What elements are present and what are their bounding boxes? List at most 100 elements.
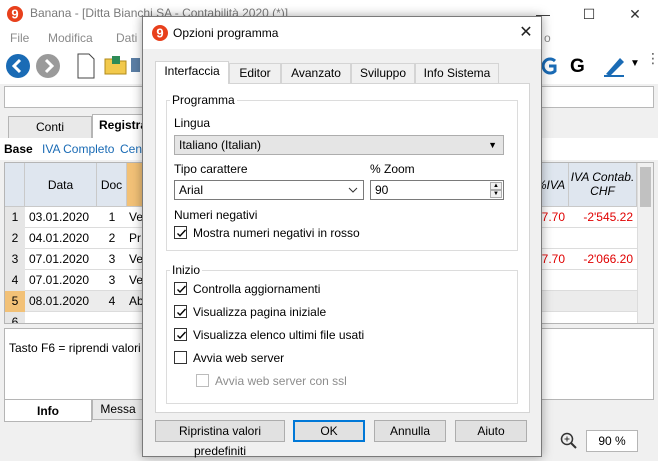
view-base[interactable]: Base: [4, 142, 33, 156]
row-number[interactable]: 5: [5, 291, 25, 312]
refresh-g-icon[interactable]: [540, 54, 558, 78]
tab-avanzato[interactable]: Avanzato: [281, 63, 351, 83]
row-number[interactable]: 4: [5, 270, 25, 291]
dialog-title: Opzioni programma: [173, 26, 279, 40]
avvia-web-server-ssl-checkbox: [196, 374, 209, 387]
negativi-rosso-checkbox[interactable]: [174, 226, 187, 239]
avvia-web-server-label[interactable]: Avvia web server: [193, 351, 284, 365]
tab-sviluppo[interactable]: Sviluppo: [351, 63, 415, 83]
iva-contab-label: IVA Contab.: [570, 170, 635, 184]
svg-text:9: 9: [156, 26, 163, 41]
cell-doc[interactable]: 3: [97, 270, 127, 291]
cell-doc[interactable]: 1: [97, 207, 127, 228]
toolbar-g-button[interactable]: G: [570, 56, 585, 78]
cell-date[interactable]: 04.01.2020: [29, 228, 95, 249]
checkmark-icon: [177, 229, 187, 238]
cancel-button[interactable]: Annulla: [374, 420, 446, 442]
reset-defaults-button[interactable]: Ripristina valori predefiniti: [155, 420, 285, 458]
visualizza-ultimi-file-checkbox[interactable]: [174, 328, 187, 341]
cell-iva-amount[interactable]: -2'545.22: [569, 207, 633, 228]
menu-file[interactable]: File: [10, 31, 29, 45]
avvia-web-server-checkbox[interactable]: [174, 351, 187, 364]
tab-info-sistema[interactable]: Info Sistema: [415, 63, 499, 83]
pen-icon[interactable]: [602, 54, 628, 78]
negativi-label: Numeri negativi: [174, 208, 258, 222]
menu-dati[interactable]: Dati: [116, 31, 137, 45]
grid-scrollbar-thumb[interactable]: [640, 167, 651, 207]
cell-iva-amount[interactable]: [569, 291, 633, 312]
row-number[interactable]: 1: [5, 207, 25, 228]
ok-button[interactable]: OK: [293, 420, 365, 442]
lingua-label: Lingua: [174, 116, 211, 130]
forward-icon[interactable]: [35, 53, 61, 79]
controlla-aggiornamenti-checkbox[interactable]: [174, 282, 187, 295]
row-number[interactable]: 6: [5, 312, 25, 323]
pen-dropdown-icon[interactable]: ▼: [630, 58, 640, 69]
toolbar-overflow-icon[interactable]: ⋮: [646, 50, 658, 67]
cell-doc[interactable]: 4: [97, 291, 127, 312]
cell-doc[interactable]: 3: [97, 249, 127, 270]
menu-partial[interactable]: o: [544, 31, 551, 45]
options-dialog: 9 Opzioni programma ✕ Interfaccia Editor…: [142, 16, 542, 458]
cell-date[interactable]: 07.01.2020: [29, 270, 95, 291]
help-button[interactable]: Aiuto: [455, 420, 527, 442]
visualizza-ultimi-file-label[interactable]: Visualizza elenco ultimi file usati: [193, 328, 364, 342]
menu-modifica[interactable]: Modifica: [48, 31, 93, 45]
chevron-down-icon: [348, 187, 358, 193]
cell-iva-amount[interactable]: [569, 312, 633, 323]
cell-date[interactable]: 08.01.2020: [29, 291, 95, 312]
zoom-level-field[interactable]: 90 %: [586, 430, 638, 452]
open-folder-icon[interactable]: [104, 54, 128, 76]
grid-vertical-scrollbar[interactable]: [637, 163, 653, 323]
column-header-iva-contab[interactable]: IVA Contab. CHF: [569, 163, 637, 207]
tab-conti[interactable]: Conti: [8, 116, 92, 138]
cell-date[interactable]: [29, 312, 95, 323]
programma-legend: Programma: [170, 93, 237, 107]
tab-info[interactable]: Info: [4, 400, 92, 422]
zoom-value: 90: [375, 183, 389, 197]
dialog-close-button[interactable]: ✕: [511, 17, 541, 49]
tab-interfaccia[interactable]: Interfaccia: [155, 61, 229, 84]
checkmark-icon: [177, 331, 187, 340]
cell-date[interactable]: 03.01.2020: [29, 207, 95, 228]
tab-messaggi[interactable]: Messa: [92, 400, 144, 420]
zoom-icon[interactable]: [560, 432, 578, 450]
cell-iva-amount[interactable]: -2'066.20: [569, 249, 633, 270]
checkmark-icon: [177, 308, 187, 317]
cell-iva-amount[interactable]: [569, 270, 633, 291]
iva-contab-currency: CHF: [590, 184, 615, 198]
font-value: Arial: [179, 183, 204, 197]
info-text: Tasto F6 = riprendi valori rig: [9, 341, 158, 355]
banana-logo-icon: 9: [152, 25, 168, 41]
cell-iva-amount[interactable]: [569, 228, 633, 249]
column-header-data[interactable]: Data: [25, 163, 97, 207]
new-file-icon[interactable]: [76, 53, 96, 79]
lingua-select[interactable]: Italiano (Italian) ▼: [174, 135, 504, 155]
zoom-spinbox[interactable]: 90 ▲ ▼: [370, 180, 504, 200]
controlla-aggiornamenti-label[interactable]: Controlla aggiornamenti: [193, 282, 320, 296]
row-number[interactable]: 2: [5, 228, 25, 249]
cell-doc[interactable]: 2: [97, 228, 127, 249]
row-header-corner: [5, 163, 25, 207]
banana-logo-icon: 9: [7, 6, 23, 22]
zoom-spin-down-icon[interactable]: ▼: [490, 190, 502, 198]
font-select[interactable]: Arial: [174, 180, 364, 200]
back-icon[interactable]: [5, 53, 31, 79]
visualizza-pagina-iniziale-checkbox[interactable]: [174, 305, 187, 318]
column-header-doc[interactable]: Doc: [97, 163, 127, 207]
tab-editor[interactable]: Editor: [229, 63, 281, 83]
close-window-button[interactable]: ✕: [612, 0, 658, 28]
view-iva-completo[interactable]: IVA Completo: [42, 142, 114, 156]
negativi-rosso-label[interactable]: Mostra numeri negativi in rosso: [193, 226, 360, 240]
zoom-spin-up-icon[interactable]: ▲: [490, 182, 502, 190]
row-number[interactable]: 3: [5, 249, 25, 270]
inizio-legend: Inizio: [170, 263, 203, 277]
dialog-titlebar: 9 Opzioni programma ✕: [143, 17, 541, 49]
maximize-button[interactable]: ☐: [566, 0, 612, 28]
cell-doc[interactable]: [97, 312, 127, 323]
cell-date[interactable]: 07.01.2020: [29, 249, 95, 270]
chevron-down-icon: ▼: [488, 140, 497, 150]
visualizza-pagina-iniziale-label[interactable]: Visualizza pagina iniziale: [193, 305, 326, 319]
checkmark-icon: [177, 285, 187, 294]
avvia-web-server-ssl-label: Avvia web server con ssl: [215, 374, 347, 388]
